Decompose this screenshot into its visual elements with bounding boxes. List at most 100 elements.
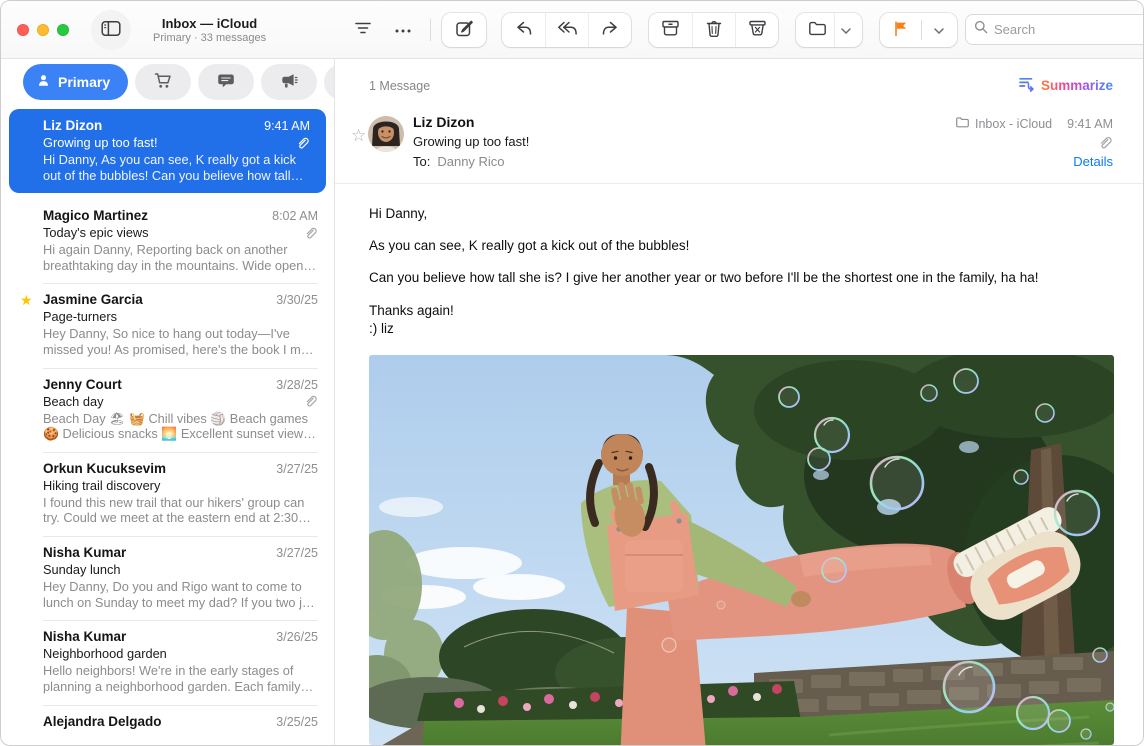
folder-icon: [808, 20, 827, 39]
body-paragraph: Hi Danny,: [369, 205, 1113, 223]
message-preview: Hello neighbors! We're in the early stag…: [43, 663, 318, 694]
trash-icon: [705, 19, 723, 41]
message-list-item[interactable]: ★ Liz Dizon 9:41 AM Growing up too fast!…: [9, 109, 326, 193]
zoom-window-button[interactable]: [57, 24, 69, 36]
message-list-pane: Primary: [1, 59, 335, 745]
reply-button[interactable]: [502, 13, 545, 47]
window-subtitle: Primary · 33 messages: [153, 32, 266, 44]
message-list-item[interactable]: ★ Jenny Court 3/28/25 Beach day Beach Da…: [1, 368, 334, 452]
trash-button[interactable]: [692, 13, 735, 47]
message-subject: Growing up too fast!: [43, 135, 158, 150]
forward-icon: [601, 20, 619, 40]
sender-name: Jasmine Garcia: [43, 292, 143, 307]
message-date: 3/28/25: [276, 378, 318, 392]
flag-icon: [893, 20, 909, 40]
sender-name: Magico Martinez: [43, 208, 148, 223]
message-subject: Hiking trail discovery: [43, 478, 160, 493]
reply-icon: [515, 20, 533, 40]
titlebar: Inbox — iCloud Primary · 33 messages: [1, 1, 1143, 59]
megaphone-icon: [280, 73, 298, 92]
sidebar-toggle-button[interactable]: [91, 10, 131, 50]
chevron-down-icon: [841, 22, 851, 37]
summarize-button[interactable]: Summarize: [1018, 76, 1113, 95]
summarize-icon: [1018, 76, 1035, 95]
more-button[interactable]: [387, 15, 419, 45]
compose-button[interactable]: [442, 13, 486, 47]
chat-bubble-icon: [217, 73, 235, 92]
reply-pill-group: [502, 13, 631, 47]
flag-button[interactable]: [886, 13, 916, 47]
junk-button[interactable]: [735, 13, 778, 47]
message-preview: Beach Day 🏖 🧺 Chill vibes 🏐 Beach games …: [43, 411, 318, 442]
details-link[interactable]: Details: [1073, 154, 1113, 169]
chevron-down-icon: [934, 22, 944, 37]
toolbar: [335, 1, 1144, 58]
paperclip-icon: [296, 136, 310, 150]
person-icon: [36, 73, 51, 91]
message-date: 3/27/25: [276, 462, 318, 476]
window-title-block: Inbox — iCloud Primary · 33 messages: [153, 16, 266, 44]
search-field[interactable]: [965, 14, 1144, 45]
message-subject: Sunday lunch: [43, 562, 121, 577]
filter-promotions-button[interactable]: [261, 64, 317, 100]
ellipsis-icon: [394, 22, 412, 37]
attachment-photo[interactable]: [369, 355, 1114, 745]
minimize-window-button[interactable]: [37, 24, 49, 36]
junk-icon: [748, 19, 767, 40]
message-subject: Beach day: [43, 394, 103, 409]
window-title: Inbox — iCloud: [153, 16, 266, 31]
filter-primary-button[interactable]: Primary: [23, 64, 128, 100]
filter-lines-icon: [354, 20, 372, 39]
message-list-item[interactable]: ★ Jasmine Garcia 3/30/25 Page-turners He…: [1, 283, 334, 367]
message-date: 3/27/25: [276, 546, 318, 560]
filter-button[interactable]: [347, 15, 379, 45]
message-list-item[interactable]: ★ Nisha Kumar 3/27/25 Sunday lunch Hey D…: [1, 536, 334, 620]
to-label: To:: [413, 154, 430, 169]
message-body: Hi Danny, As you can see, K really got a …: [335, 184, 1143, 352]
mailbox-actions-pill-group: [649, 13, 778, 47]
close-window-button[interactable]: [17, 24, 29, 36]
message-preview: Hi Danny, As you can see, K really got a…: [43, 152, 310, 183]
folder-icon: [955, 116, 970, 131]
search-input[interactable]: [994, 22, 1144, 37]
archive-icon: [661, 19, 680, 40]
flag-pill-separator: [921, 20, 922, 40]
sender-name: Liz Dizon: [43, 118, 102, 133]
message-list-item[interactable]: ★ Orkun Kucuksevim 3/27/25 Hiking trail …: [1, 452, 334, 536]
message-subject: Neighborhood garden: [43, 646, 167, 661]
message-detail-pane: 1 Message Summarize ☆: [335, 59, 1143, 745]
message-list-item[interactable]: ★ Nisha Kumar 3/26/25 Neighborhood garde…: [1, 620, 334, 704]
star-outline-icon[interactable]: ☆: [351, 126, 366, 146]
filter-transactions-button[interactable]: [135, 64, 191, 100]
sender-name: Orkun Kucuksevim: [43, 461, 166, 476]
filter-more-button[interactable]: [324, 64, 334, 100]
message-preview: Hey Danny, Do you and Rigo want to come …: [43, 579, 318, 610]
window-controls: [17, 24, 69, 36]
filter-updates-button[interactable]: [198, 64, 254, 100]
folder-menu-chevron[interactable]: [834, 13, 856, 47]
message-count-label: 1 Message: [369, 79, 430, 93]
message-list-item[interactable]: ★ Magico Martinez 8:02 AM Today's epic v…: [1, 199, 334, 283]
reply-all-button[interactable]: [545, 13, 588, 47]
message-date: 3/30/25: [276, 293, 318, 307]
body-paragraph: As you can see, K really got a kick out …: [369, 237, 1113, 255]
message-subject: Today's epic views: [43, 225, 149, 240]
mailbox-chip: Inbox - iCloud: [955, 116, 1052, 131]
paperclip-icon: [304, 226, 318, 240]
shopping-cart-icon: [154, 72, 173, 92]
forward-button[interactable]: [588, 13, 631, 47]
paperclip-icon: [1098, 135, 1113, 150]
message-list-item[interactable]: ★ Alejandra Delgado 3/25/25: [1, 705, 334, 743]
flag-menu-chevron[interactable]: [927, 13, 951, 47]
message-date: 3/25/25: [276, 715, 318, 729]
summarize-label: Summarize: [1041, 78, 1113, 93]
paperclip-icon: [304, 394, 318, 408]
archive-button[interactable]: [649, 13, 692, 47]
move-to-folder-button[interactable]: [802, 13, 832, 47]
sender-name: Nisha Kumar: [43, 629, 126, 644]
sidebar-toggle-icon: [101, 19, 121, 41]
star-icon[interactable]: ★: [20, 292, 33, 309]
filter-primary-label: Primary: [58, 74, 110, 90]
sender-avatar[interactable]: [368, 116, 404, 152]
mailbox-label: Inbox - iCloud: [975, 117, 1052, 131]
